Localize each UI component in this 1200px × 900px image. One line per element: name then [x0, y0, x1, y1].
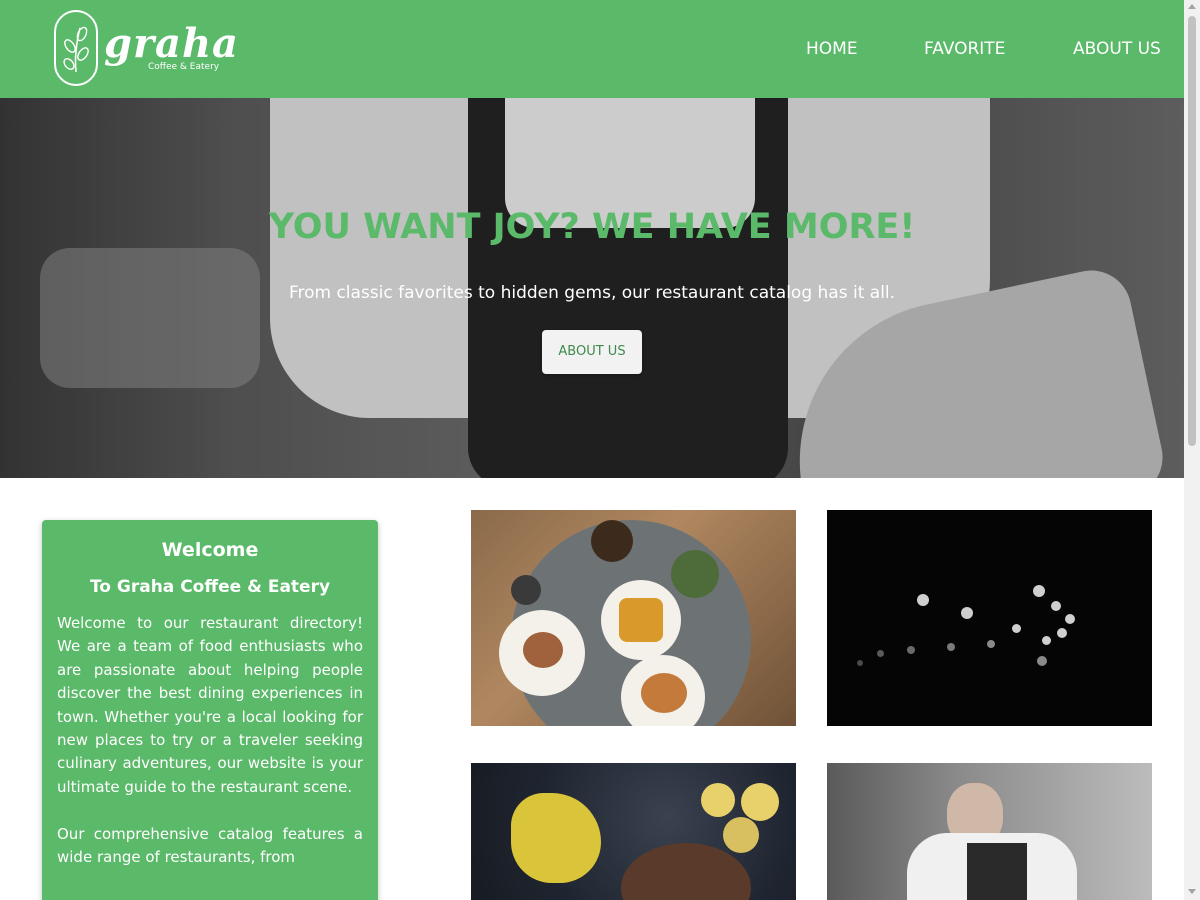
bokeh-lights-photo[interactable]: [827, 510, 1152, 726]
coffee-cup: [511, 575, 541, 605]
logo-name: graha: [104, 20, 239, 67]
food-table-photo[interactable]: [471, 510, 796, 726]
dessert-bowl: [621, 843, 751, 900]
lemon-slice: [741, 783, 779, 821]
welcome-paragraph: Welcome to our restaurant directory! We …: [57, 614, 363, 796]
flowers-food-photo[interactable]: [471, 763, 796, 900]
hero-title: YOU WANT JOY? WE HAVE MORE!: [268, 207, 916, 247]
welcome-paragraph: Our comprehensive catalog features a wid…: [57, 824, 363, 867]
logo-tagline: Coffee & Eatery: [148, 62, 220, 72]
nav-favorite-link[interactable]: FAVORITE: [924, 38, 1005, 60]
welcome-title: Welcome: [161, 539, 259, 561]
chef-apron: [967, 843, 1027, 900]
flower-bunch: [511, 793, 601, 883]
page-scrollbar[interactable]: [1184, 0, 1200, 900]
site-header: graha Coffee & Eatery HOME FAVORITE ABOU…: [0, 0, 1184, 98]
breakfast-plate: [499, 610, 585, 696]
scroll-down-arrow-icon[interactable]: [1188, 889, 1196, 894]
salad-dish: [671, 550, 719, 598]
nav-about-link[interactable]: ABOUT US: [1073, 38, 1161, 60]
chef-cooking-photo[interactable]: [827, 763, 1152, 900]
about-us-button[interactable]: ABOUT US: [542, 330, 642, 374]
scroll-up-arrow-icon[interactable]: [1188, 4, 1196, 9]
logo[interactable]: graha Coffee & Eatery: [54, 10, 238, 88]
hero-subtitle: From classic favorites to hidden gems, o…: [288, 283, 896, 303]
welcome-card: Welcome To Graha Coffee & Eatery Welcome…: [42, 520, 378, 900]
lemon-slice: [723, 817, 759, 853]
leaf-icon: [54, 10, 98, 86]
welcome-text: Welcome to our restaurant directory! We …: [57, 612, 363, 893]
lemon-slice: [701, 783, 735, 817]
scroll-thumb[interactable]: [1188, 16, 1196, 446]
pan-dish: [591, 520, 633, 562]
welcome-subtitle: To Graha Coffee & Eatery: [89, 577, 331, 597]
hero-banner: YOU WANT JOY? WE HAVE MORE! From classic…: [0, 98, 1184, 478]
nav-home-link[interactable]: HOME: [806, 38, 858, 60]
waffle-plate: [601, 580, 681, 660]
